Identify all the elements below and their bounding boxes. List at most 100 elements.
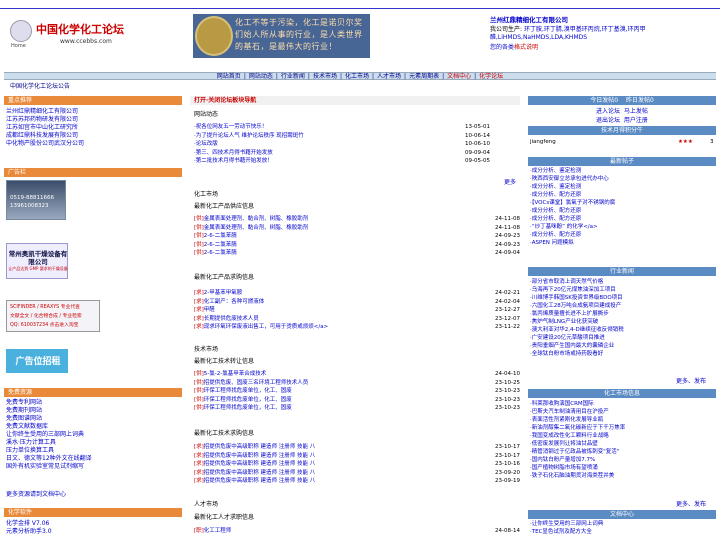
tech-demand-row-title[interactable]: [求]招提供危废中高级职称 建造师 注册师 技能 八 [194,477,315,486]
demand-row-title[interactable]: [求]化工副产：各种可燃液体 [194,298,264,307]
market-info-post[interactable]: 发布 [694,501,706,508]
tech-demand-row-text[interactable]: 招提供危废中高级职称 建造师 注册师 技能 八 [204,453,316,459]
resource-link[interactable]: 溪水·压力计算工具 [6,439,182,447]
new-post-link[interactable]: 马上发帖 [624,108,648,115]
forum-news-row-text[interactable]: ·祝各位网友五一劳动节快乐！ [194,124,267,130]
tech-demand-row[interactable]: [求]招提供危废中高级职称 建造师 注册师 技能 八 23-09-19 [194,477,520,486]
talent-row-title[interactable]: [职]化工工程师 [194,527,231,536]
ad-dryer[interactable]: 常州奥凯干燥设备有限公司 让产品达到 GMP 要求的干燥设备 [6,243,68,279]
featured-link[interactable]: 兰州红鼎精细化工有限公司 [6,108,182,116]
tech-demand-row-title[interactable]: [求]招提供危废中高级职称 建造师 注册师 技能 八 [194,460,315,469]
demand-row[interactable]: [求]甲醛 23-12-27 [194,306,520,315]
demand-row-title[interactable]: [求]长期提供危废技术人员 [194,315,259,324]
tech-supply-row[interactable]: [供]环保工程师找危废单位，化工、固废 23-10-23 [194,396,520,405]
tech-supply-row-title[interactable]: [供]环保工程师找危废单位，化工、固废 [194,404,292,413]
tech-supply-row[interactable]: [供]环保工程师找危废单位，化工、固废 23-10-23 [194,387,520,396]
tech-supply-row-title[interactable]: [供]5-氯-2-氯基甲苯合成技术 [194,370,266,379]
new-post-link[interactable]: ·陕西西安御立总承包进代办中心 [530,175,716,183]
tech-supply-row-title[interactable]: [供]招提供危废、固废三名环境工程师技术人员 [194,379,308,388]
tech-supply-row-text[interactable]: 环保工程师找危废单位，化工、固废 [204,388,292,394]
market-info-link[interactable]: ·科莱那收购演国CRM国际 [530,400,716,408]
nav-item[interactable]: 行业新闻 [281,73,305,80]
forum-news-row-title[interactable]: ·第二批技术月得书藉开始发放！ [194,157,273,166]
forum-news-row-title[interactable]: ·论坛改版 [194,140,218,149]
industry-news-link[interactable]: ·氯丙烯质量擅长进不上扩展撕步 [530,310,716,318]
forum-news-row[interactable]: ·第二批技术月得书藉开始发放！ 09-05-05 [194,157,490,166]
nav-item[interactable]: 文档中心 [447,73,471,80]
industry-news-link[interactable]: ·部分省市取消上调天然气价格 [530,278,716,286]
supply-row-text[interactable]: 2-6-二氯苯腈 [204,250,237,256]
supply-row[interactable]: [供]2-6-二氯苯腈 24-09-23 [194,241,520,250]
nav-item[interactable]: 化工市场 [345,73,369,80]
ad-link-label[interactable]: 您的各类 [490,44,514,51]
software-link[interactable]: 元素分析助手3.0 [6,528,182,536]
nobel-banner[interactable]: 化工不等于污染，化工是诺贝尔奖们始人所从事的行业，是人类世界的基石，是最伟大的行… [193,14,370,58]
forum-news-row-title[interactable]: ·为了提升论坛人气 维护论坛秩序 现招聘斑竹 [194,132,304,141]
demand-row-title[interactable]: [求]现求环氧环保废液出售工，可用于烫质或烦烦</a> [194,323,328,332]
resource-link[interactable]: 日文、德文等12种外文在线翻译 [6,455,182,463]
ad-equipment-photo[interactable]: 0519-88811666 13961008323 [6,180,66,220]
nav-item[interactable]: 化学论坛 [479,73,503,80]
enter-forum-link[interactable]: 进入论坛 [596,108,620,115]
exit-forum-link[interactable]: 退出论坛 [596,117,620,124]
market-info-link[interactable]: ·低密废发展列让将油甘品壁 [530,440,716,448]
nav-item[interactable]: 网站动态 [249,73,273,80]
industry-news-link[interactable]: ·广安建设20亿元草酸项目推进 [530,334,716,342]
tech-demand-row[interactable]: [求]招提供危废中高级职称 建造师 注册师 技能 八 23-09-20 [194,469,520,478]
demand-row-text[interactable]: 现求环氧环保废液出售工，可用于烫质或烦烦</a> [204,324,328,330]
new-post-link[interactable]: ·成分分析、鉴定检测 [530,167,716,175]
market-info-link[interactable]: ·我国变成改性化工颗料行业战略 [530,432,716,440]
supply-row-title[interactable]: [供]金属表面处理剂、黏合剂、树脂、橡胶助剂 [194,224,308,233]
market-info-link[interactable]: ·巴斯夫汽车制油清用目在沪投产 [530,408,716,416]
forum-news-row-title[interactable]: ·第三、四技术月得书藉开始发放 [194,149,273,158]
industry-news-link[interactable]: ·澳大利亚对华2,4-D继续征收反倾销税 [530,326,716,334]
resource-link[interactable]: 免费期刊网站 [6,407,182,415]
resource-link[interactable]: 免费专利网站 [6,399,182,407]
market-info-link[interactable]: ·国产植物树脂市场有望喷涌 [530,464,716,472]
tech-supply-row-title[interactable]: [供]环保工程师找危废单位，化工、固废 [194,387,292,396]
supply-row-text[interactable]: 2-6-二氯苯腈 [204,242,237,248]
tech-supply-row-text[interactable]: 环保工程师找危废单位，化工、固废 [204,397,292,403]
supply-row[interactable]: [供]金属表面处理剂、黏合剂、树脂、橡胶助剂 24-11-08 [194,224,520,233]
industry-news-link[interactable]: ·贵阳垂烟产生国内最大的囊磷企业 [530,342,716,350]
supply-row-title[interactable]: [供]2-6-二氯苯腈 [194,249,237,258]
featured-link[interactable]: 江苏苏邦药物研发有限公司 [6,116,182,124]
rank-user[interactable]: jiangfeng [530,139,556,145]
supply-row-text[interactable]: 金属表面处理剂、黏合剂、树脂、橡胶助剂 [204,225,309,231]
site-news-more[interactable]: 更多 [470,179,516,187]
market-info-link[interactable]: ·铁子石化石脑油期货对海类茬并美 [530,472,716,480]
featured-link[interactable]: 成都红鼎科技发展有限公司 [6,132,182,140]
announcement[interactable]: 中国化学化工论坛公告 [10,83,70,91]
new-post-link[interactable]: ·成分分析、配方还原 [530,207,716,215]
talent-row-text[interactable]: 化工工程师 [204,528,232,534]
tech-demand-row-text[interactable]: 招提供危废中高级职称 建造师 注册师 技能 八 [204,478,316,484]
industry-more[interactable]: 更多 [676,378,688,385]
site-title[interactable]: 中国化学化工论坛 [36,23,124,37]
forum-news-row[interactable]: ·第三、四技术月得书藉开始发放 09-09-04 [194,149,490,158]
forum-news-row[interactable]: ·为了提升论坛人气 维护论坛秩序 现招聘斑竹 10-06-14 [194,132,490,141]
home-logo-icon[interactable]: Home [10,20,32,49]
new-post-link[interactable]: ·成分分析、配方还原 [530,191,716,199]
new-post-link[interactable]: ·“炒丁基咪酚” 的化学</a> [530,223,716,231]
demand-row-title[interactable]: [求]甲醛 [194,306,215,315]
tech-demand-row-title[interactable]: [求]招提供危废中高级职称 建造师 注册师 技能 八 [194,469,315,478]
industry-news-link[interactable]: ·焦炉气制LNG产业化获突破 [530,318,716,326]
tech-demand-row-text[interactable]: 招提供危废中高级职称 建造师 注册师 技能 八 [204,470,316,476]
tech-demand-row-text[interactable]: 招提供危废中高级职称 建造师 注册师 技能 八 [204,444,316,450]
industry-news-link[interactable]: ·乌海再下20亿元煤焦油深加工项目 [530,286,716,294]
forum-news-row-text[interactable]: ·论坛改版 [194,141,218,147]
new-post-link[interactable]: ·成分分析、配方还原 [530,215,716,223]
tech-supply-row-text[interactable]: 招提供危废、固废三名环境工程师技术人员 [204,380,309,386]
featured-link[interactable]: 中化物产股份公司武汉分公司 [6,140,182,148]
industry-post[interactable]: 发布 [694,378,706,385]
demand-row[interactable]: [求]化工副产：各种可燃液体 24-02-04 [194,298,520,307]
nav-item[interactable]: 元素周期表 [409,73,439,80]
tech-demand-row-title[interactable]: [求]招提供危废中高级职称 建造师 注册师 技能 八 [194,452,315,461]
resource-link[interactable]: 免费图谱网站 [6,415,182,423]
new-post-link[interactable]: ·成分分析、配方还原 [530,231,716,239]
featured-link[interactable]: 江苏如宫市中山化工研究所 [6,124,182,132]
new-post-link[interactable]: ·成分分析、鉴定检测 [530,183,716,191]
talent-row[interactable]: [职]化工工程师 24-08-14 [194,527,520,536]
forum-news-row-title[interactable]: ·祝各位网友五一劳动节快乐！ [194,123,267,132]
doc-link[interactable]: ·TEC显色试剂及配方大全 [530,528,716,536]
